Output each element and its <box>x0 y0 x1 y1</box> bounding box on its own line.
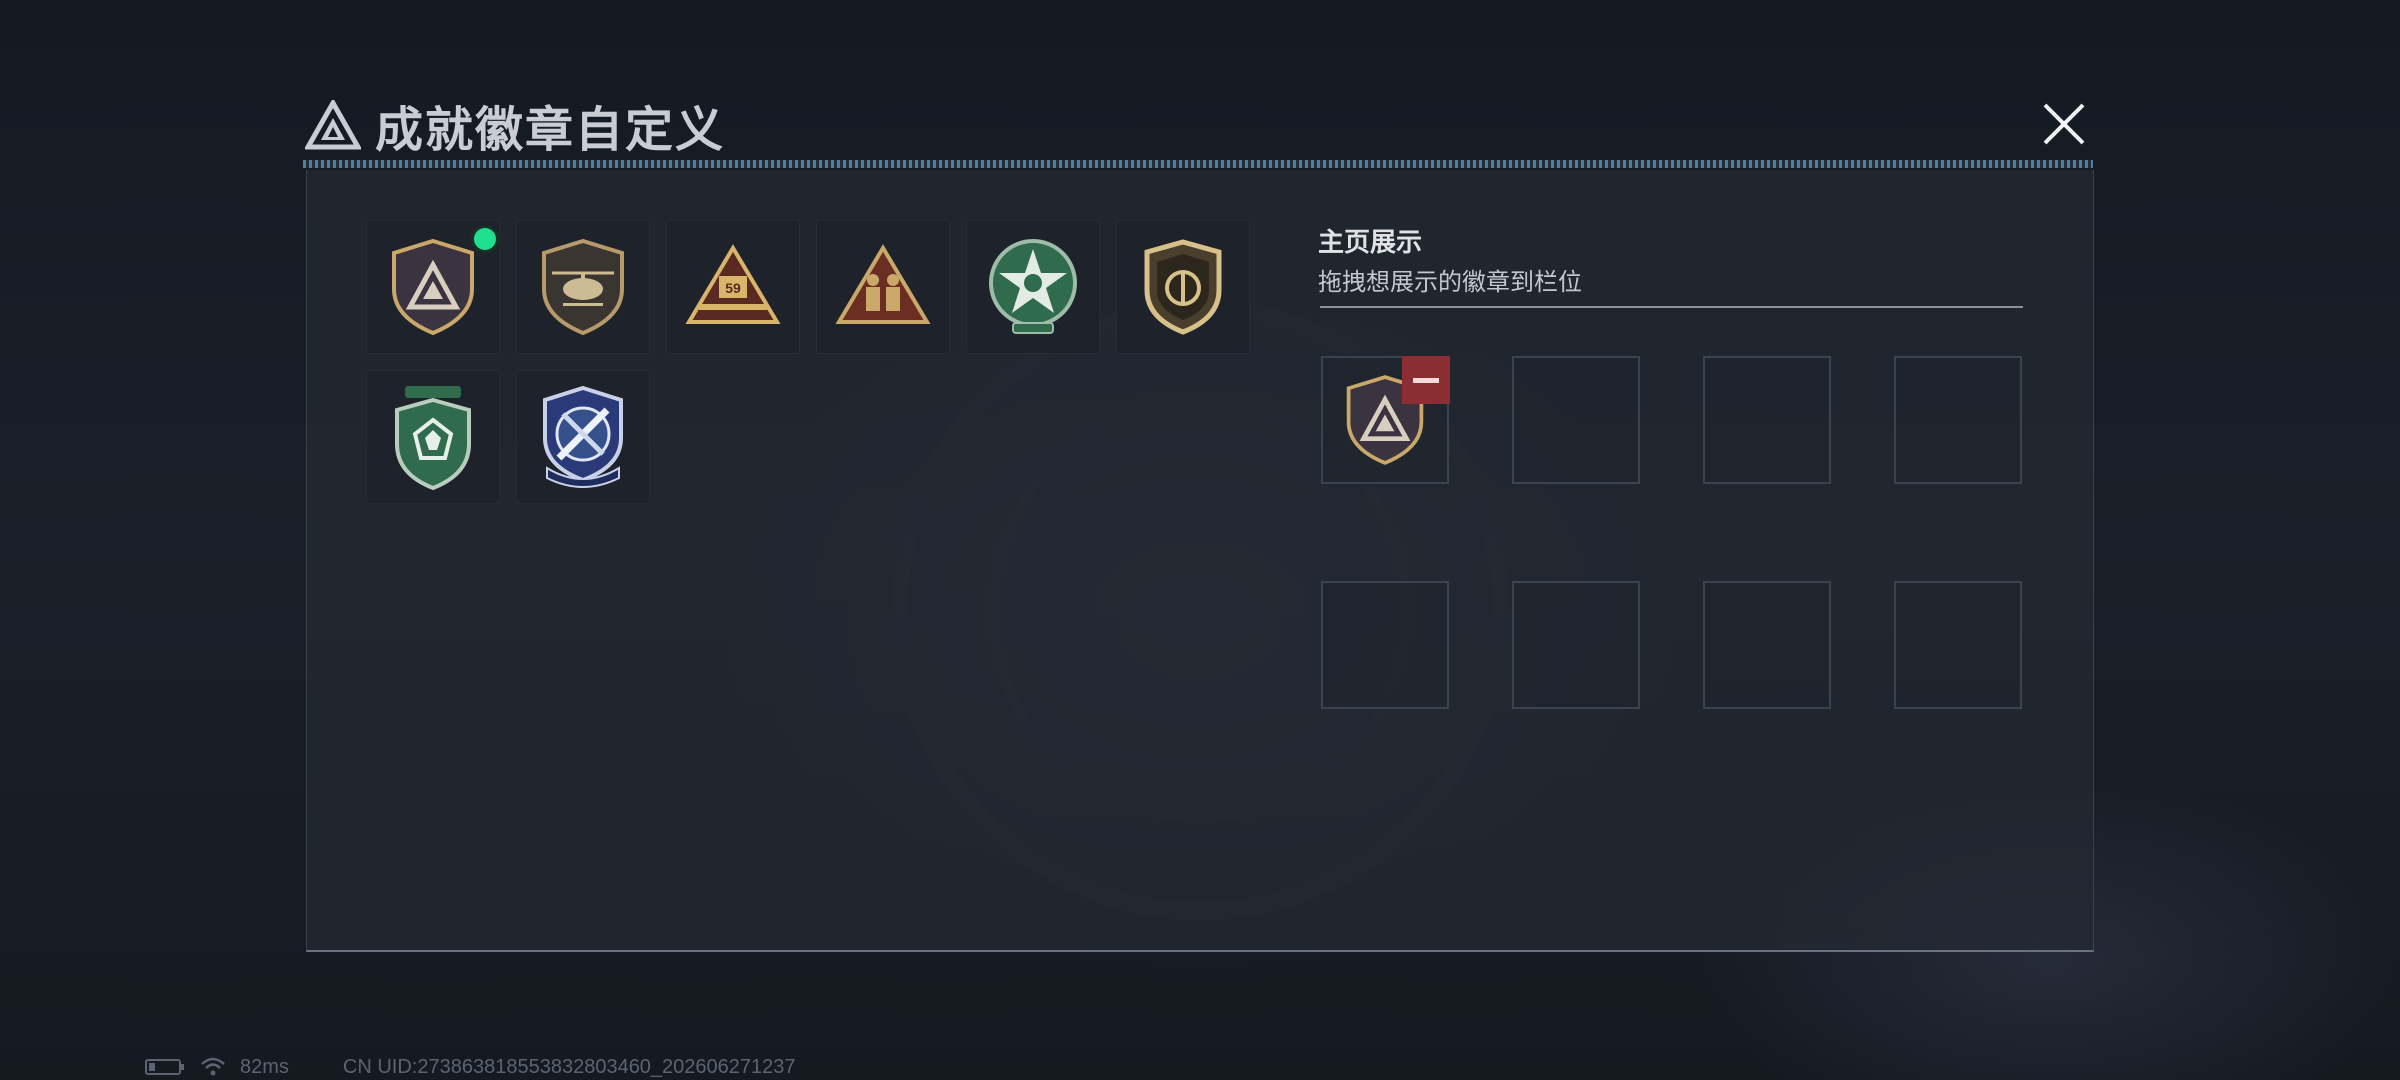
showcase-subtitle: 拖拽想展示的徽章到栏位 <box>1318 269 1582 296</box>
gold-shield-badge-icon <box>1144 239 1222 335</box>
showcase-slot-8[interactable] <box>1894 581 2022 709</box>
showcase-slot-6[interactable] <box>1512 581 1640 709</box>
badge-item-3[interactable]: 59 <box>666 220 800 354</box>
remove-badge-button[interactable] <box>1402 356 1450 404</box>
new-indicator-dot <box>474 228 496 250</box>
close-button[interactable] <box>2038 98 2090 150</box>
showcase-slot-4[interactable] <box>1894 356 2022 484</box>
rank-59-badge-icon: 59 <box>685 244 781 324</box>
showcase-slot-7[interactable] <box>1703 581 1831 709</box>
badge-item-6[interactable] <box>1116 220 1250 354</box>
badge-item-5[interactable] <box>966 220 1100 354</box>
green-gem-shield-badge-icon <box>395 386 471 491</box>
badge-item-8[interactable] <box>516 370 650 504</box>
battery-icon <box>145 1059 184 1075</box>
page-title: 成就徽章自定义 <box>375 104 726 157</box>
badge-item-4[interactable] <box>816 220 950 354</box>
close-icon <box>2043 103 2085 145</box>
triangle-logo-icon <box>305 100 361 150</box>
badge-item-7[interactable] <box>366 370 500 504</box>
user-uid: CN UID:273863818553832803460_20260627123… <box>342 1055 796 1078</box>
title-bar: 成就徽章自定义 <box>305 90 725 160</box>
section-divider <box>1320 306 2023 308</box>
soldiers-triangle-badge-icon <box>835 244 931 324</box>
svg-text:59: 59 <box>725 280 741 296</box>
triangle-emblem-badge-icon <box>392 238 474 336</box>
ping-value: 82ms <box>240 1055 289 1078</box>
showcase-slot-2[interactable] <box>1512 356 1640 484</box>
showcase-slot-3[interactable] <box>1703 356 1831 484</box>
showcase-title: 主页展示 <box>1318 227 1423 257</box>
status-bar: 82ms CN UID:273863818553832803460_202606… <box>144 1054 796 1080</box>
wifi-icon <box>201 1057 225 1076</box>
blue-blades-badge-icon <box>543 385 623 488</box>
helicopter-badge-icon <box>542 238 624 336</box>
green-star-badge-icon <box>989 239 1077 334</box>
panel-top-border <box>303 160 2093 168</box>
badge-item-1[interactable] <box>366 220 500 354</box>
badge-item-2[interactable] <box>516 220 650 354</box>
showcase-slot-5[interactable] <box>1321 581 1449 709</box>
minus-icon <box>1413 377 1439 383</box>
